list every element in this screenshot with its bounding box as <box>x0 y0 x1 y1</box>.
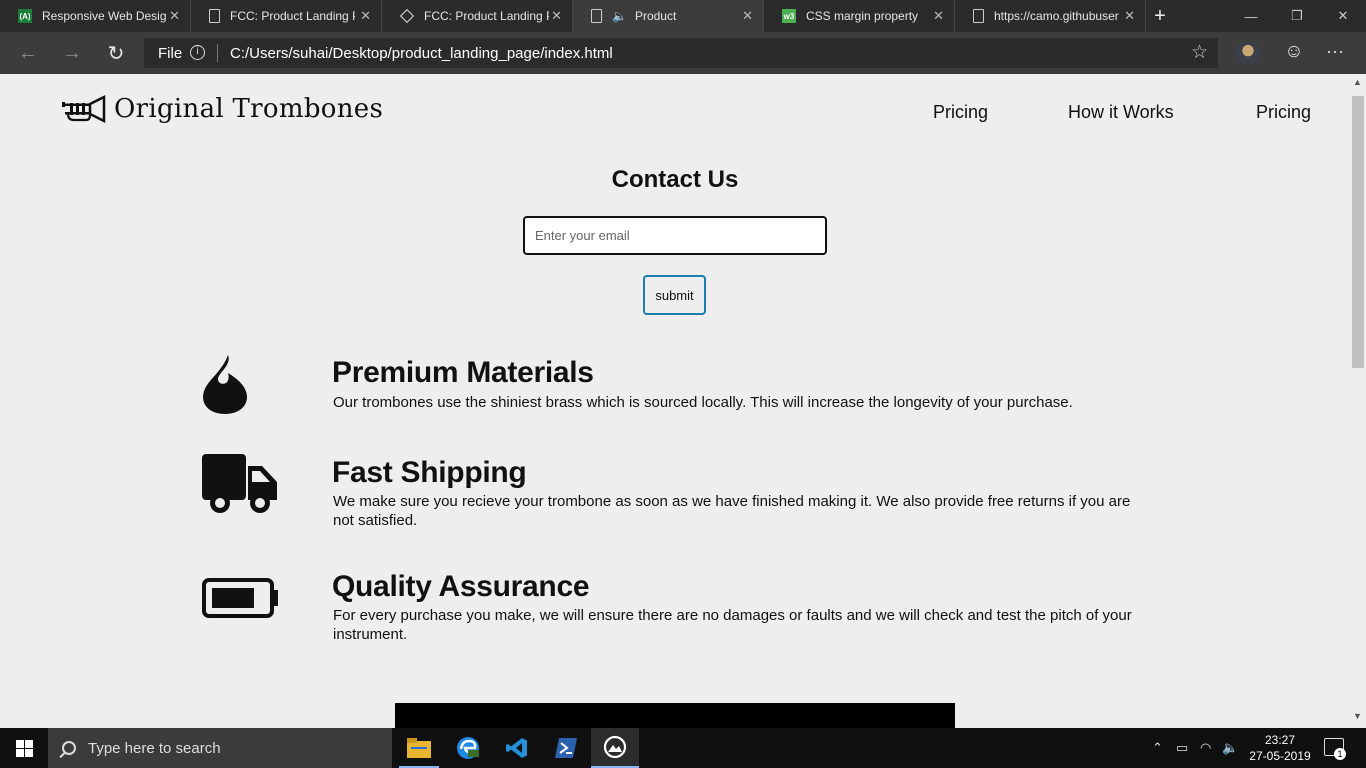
brand-name: Original Trombones <box>114 94 384 124</box>
volume-icon[interactable]: 🔈 <box>1222 740 1238 756</box>
refresh-icon[interactable]: ↻ <box>96 32 136 74</box>
clock-date: 27-05-2019 <box>1249 749 1311 763</box>
avatar[interactable] <box>1236 41 1260 65</box>
truck-icon <box>202 454 277 513</box>
edge-dev-icon[interactable] <box>444 728 492 768</box>
battery-tray-icon[interactable]: ▭ <box>1176 740 1188 756</box>
speaker-icon[interactable]: 🔈 <box>612 9 627 23</box>
feature-title: Fast Shipping <box>332 456 527 489</box>
browser-tab[interactable]: w3 CSS margin property ✕ <box>764 0 955 32</box>
feature-title: Quality Assurance <box>332 570 590 603</box>
close-icon[interactable]: ✕ <box>1124 8 1135 24</box>
search-placeholder: Type here to search <box>88 739 221 757</box>
favorite-star-icon[interactable]: ☆ <box>1191 41 1208 64</box>
page-icon <box>591 9 602 23</box>
chevron-up-icon[interactable]: ⌃ <box>1152 740 1163 756</box>
minimize-icon[interactable]: — <box>1228 0 1274 32</box>
feature-description: For every purchase you make, we will ens… <box>333 607 1132 643</box>
feature-description: Our trombones use the shiniest brass whi… <box>333 394 1073 411</box>
taskbar: Type here to search ⌃ ▭ ◠ 🔈 23:27 27-05-… <box>0 728 1366 768</box>
new-tab-icon[interactable]: + <box>1146 0 1174 32</box>
browser-tab-active[interactable]: 🔈 Product ✕ <box>573 0 764 32</box>
tab-title: FCC: Product Landing Page <box>230 9 355 23</box>
taskbar-clock[interactable]: 23:27 27-05-2019 <box>1248 732 1312 764</box>
page-scrollbar[interactable]: ▲ ▼ <box>1350 74 1366 728</box>
wifi-icon[interactable]: ◠ <box>1200 740 1211 756</box>
close-icon[interactable]: ✕ <box>933 8 944 24</box>
browser-tab[interactable]: (A) Responsive Web Design ✕ <box>0 0 191 32</box>
tab-bar: (A) Responsive Web Design ✕ FCC: Product… <box>0 0 1366 32</box>
tab-title: CSS margin property <box>806 9 919 23</box>
window-close-icon[interactable]: ✕ <box>1320 0 1366 32</box>
email-field[interactable] <box>523 216 827 255</box>
browser-tab[interactable]: FCC: Product Landing Page ✕ <box>191 0 382 32</box>
freecodecamp-icon: (A) <box>18 9 32 23</box>
taskbar-search-box[interactable]: Type here to search <box>48 728 392 768</box>
powershell-icon[interactable] <box>542 728 590 768</box>
page-icon <box>973 9 984 23</box>
fire-icon <box>203 355 247 414</box>
scroll-down-icon[interactable]: ▼ <box>1353 711 1362 721</box>
close-icon[interactable]: ✕ <box>742 8 753 24</box>
tab-title: FCC: Product Landing Page <box>424 9 549 23</box>
browser-tab[interactable]: FCC: Product Landing Page ✕ <box>382 0 573 32</box>
address-bar: ← → ↻ File i C:/Users/suhai/Desktop/prod… <box>0 32 1366 74</box>
nav-link-pricing[interactable]: Pricing <box>933 102 988 123</box>
tab-title: https://camo.githubusercontent.com <box>994 9 1119 23</box>
contact-heading: Contact Us <box>611 166 739 193</box>
w3schools-icon: w3 <box>782 9 796 23</box>
video-player[interactable] <box>395 703 955 728</box>
clock-time: 23:27 <box>1264 733 1296 747</box>
windows-start-icon[interactable] <box>0 728 48 768</box>
search-icon <box>62 741 76 755</box>
nav-link-pricing[interactable]: Pricing <box>1256 102 1311 123</box>
header-logo[interactable]: Original Trombones <box>60 94 383 124</box>
close-icon[interactable]: ✕ <box>360 8 371 24</box>
more-icon[interactable]: ··· <box>1326 41 1344 62</box>
feature-title: Premium Materials <box>332 356 594 389</box>
file-explorer-icon[interactable] <box>395 728 443 768</box>
feature-description: We make sure you recieve your trombone a… <box>333 493 1131 529</box>
battery-icon <box>202 578 278 618</box>
url-field[interactable]: File i C:/Users/suhai/Desktop/product_la… <box>144 38 1218 68</box>
nav-link-how-it-works[interactable]: How it Works <box>1068 102 1174 123</box>
info-icon[interactable]: i <box>190 45 205 60</box>
scroll-up-icon[interactable]: ▲ <box>1353 77 1362 87</box>
page-icon <box>209 9 220 23</box>
forward-icon[interactable]: → <box>52 32 92 74</box>
page-viewport: Original Trombones Pricing How it Works … <box>0 74 1350 728</box>
notification-badge: 1 <box>1334 748 1346 760</box>
browser-taskbar-icon[interactable] <box>591 728 639 768</box>
close-icon[interactable]: ✕ <box>551 8 562 24</box>
url-divider <box>217 44 218 62</box>
scrollbar-thumb[interactable] <box>1352 96 1364 368</box>
restore-icon[interactable]: ❐ <box>1274 0 1320 32</box>
feedback-smiley-icon[interactable]: ☺ <box>1283 41 1305 63</box>
close-icon[interactable]: ✕ <box>169 8 180 24</box>
url-text[interactable]: C:/Users/suhai/Desktop/product_landing_p… <box>230 45 613 62</box>
browser-tab[interactable]: https://camo.githubusercontent.com ✕ <box>955 0 1146 32</box>
vscode-icon[interactable] <box>493 728 541 768</box>
tab-title: Responsive Web Design <box>42 9 167 23</box>
scheme-label: File <box>158 45 183 62</box>
codepen-icon <box>399 8 415 24</box>
back-icon[interactable]: ← <box>8 32 48 74</box>
submit-button[interactable]: submit <box>643 275 706 315</box>
trombone-icon <box>62 94 106 124</box>
